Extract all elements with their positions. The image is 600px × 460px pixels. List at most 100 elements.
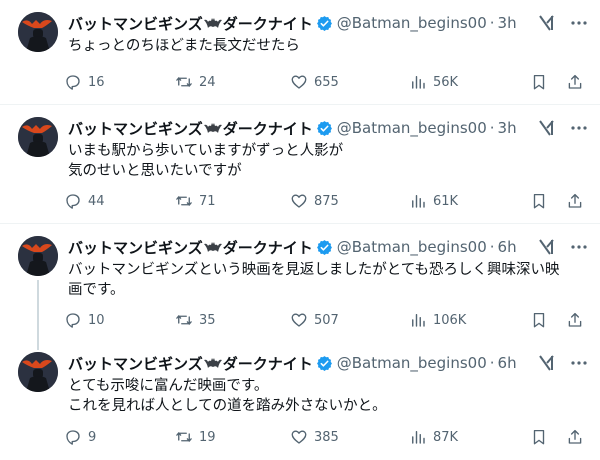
reply-count: 10	[88, 312, 105, 328]
views-button[interactable]: 56K	[409, 73, 518, 91]
tweet-time[interactable]: 6h	[498, 238, 517, 256]
like-button[interactable]: 655	[290, 73, 409, 91]
retweet-button[interactable]: 19	[175, 428, 290, 446]
share-button[interactable]	[566, 428, 584, 446]
more-icon[interactable]	[570, 14, 588, 32]
author-handle[interactable]: @Batman_begins00	[337, 119, 487, 137]
retweet-count: 35	[199, 312, 216, 328]
more-icon[interactable]	[570, 238, 588, 256]
author-name-part2[interactable]: ダークナイト	[223, 353, 313, 374]
reply-icon	[64, 73, 82, 91]
views-button[interactable]: 61K	[409, 192, 518, 210]
retweet-button[interactable]: 71	[175, 192, 290, 210]
bookmark-button[interactable]	[530, 192, 548, 210]
reply-button[interactable]: 16	[64, 73, 175, 91]
verified-badge-icon	[316, 239, 333, 256]
view-count: 106K	[432, 312, 467, 328]
reply-button[interactable]: 9	[64, 428, 175, 446]
bookmark-icon	[530, 192, 548, 210]
avatar[interactable]	[18, 117, 58, 157]
author-handle[interactable]: @Batman_begins00	[337, 14, 487, 32]
author-name-part1[interactable]: バットマンビギンズ	[68, 118, 203, 139]
tweet-text: とても示唆に富んだ映画です。 これを見れば人としての道を踏み外さないかと。	[68, 378, 387, 414]
retweet-button[interactable]: 35	[175, 311, 290, 329]
thread-connector	[37, 280, 39, 340]
share-icon	[566, 192, 584, 210]
tweet[interactable]: バットマンビギンズ ダークナイト @Batman_begins00 · 6h と…	[0, 340, 600, 460]
view-count: 61K	[432, 193, 459, 209]
like-count: 385	[314, 429, 339, 445]
like-button[interactable]: 385	[290, 428, 409, 446]
separator-dot: ·	[489, 238, 495, 256]
tweet-header-actions	[538, 12, 588, 34]
share-button[interactable]	[566, 311, 584, 329]
tweet-time[interactable]: 3h	[498, 119, 517, 137]
like-button[interactable]: 507	[290, 311, 409, 329]
share-button[interactable]	[566, 192, 584, 210]
views-icon	[409, 73, 427, 91]
tweet-text: いまも駅から歩いていますがずっと人影が 気のせいと思いたいですが	[68, 143, 344, 179]
reply-button[interactable]: 10	[64, 311, 175, 329]
grok-icon[interactable]	[538, 14, 556, 32]
like-count: 507	[314, 312, 339, 328]
timeline-feed: バットマンビギンズ ダークナイト @Batman_begins00 · 3h ち…	[0, 0, 600, 460]
retweet-button[interactable]: 24	[175, 73, 290, 91]
view-count: 56K	[432, 74, 459, 90]
tweet-actions: 10 35 507 106K	[64, 309, 584, 331]
share-icon	[566, 73, 584, 91]
tweet[interactable]: バットマンビギンズ ダークナイト @Batman_begins00 · 3h ち…	[0, 0, 600, 104]
reply-icon	[64, 192, 82, 210]
tweet-header: バットマンビギンズ ダークナイト @Batman_begins00 · 3h	[68, 12, 600, 34]
share-button[interactable]	[566, 73, 584, 91]
tweet[interactable]: バットマンビギンズ ダークナイト @Batman_begins00 · 6h バ…	[0, 224, 600, 340]
avatar[interactable]	[18, 352, 58, 392]
retweet-icon	[175, 192, 193, 210]
reply-count: 9	[88, 429, 97, 445]
author-name-part2[interactable]: ダークナイト	[223, 118, 313, 139]
author-name-part2[interactable]: ダークナイト	[223, 13, 313, 34]
tweet-time[interactable]: 6h	[498, 354, 517, 372]
reply-icon	[64, 428, 82, 446]
heart-icon	[290, 428, 308, 446]
bookmark-icon	[530, 73, 548, 91]
tweet-text: ちょっとのちほどまた長文だせたら	[68, 38, 300, 54]
like-button[interactable]: 875	[290, 192, 409, 210]
author-name-part1[interactable]: バットマンビギンズ	[68, 237, 203, 258]
heart-icon	[290, 192, 308, 210]
tweet-header: バットマンビギンズ ダークナイト @Batman_begins00 · 6h	[68, 352, 600, 374]
bat-emoji-icon	[203, 357, 222, 369]
retweet-count: 71	[199, 193, 216, 209]
reply-count: 44	[88, 193, 105, 209]
author-handle[interactable]: @Batman_begins00	[337, 238, 487, 256]
bookmark-button[interactable]	[530, 311, 548, 329]
heart-icon	[290, 311, 308, 329]
view-count: 87K	[432, 429, 459, 445]
bookmark-button[interactable]	[530, 428, 548, 446]
views-button[interactable]: 106K	[409, 311, 518, 329]
more-icon[interactable]	[570, 119, 588, 137]
bookmark-icon	[530, 428, 548, 446]
share-icon	[566, 428, 584, 446]
tweet-header-actions	[538, 236, 588, 258]
reply-button[interactable]: 44	[64, 192, 175, 210]
author-name-part2[interactable]: ダークナイト	[223, 237, 313, 258]
tweet-actions: 9 19 385 87K	[64, 426, 584, 448]
avatar[interactable]	[18, 236, 58, 276]
heart-icon	[290, 73, 308, 91]
tweet[interactable]: バットマンビギンズ ダークナイト @Batman_begins00 · 3h い…	[0, 105, 600, 223]
grok-icon[interactable]	[538, 238, 556, 256]
avatar[interactable]	[18, 12, 58, 52]
author-handle[interactable]: @Batman_begins00	[337, 354, 487, 372]
author-name-part1[interactable]: バットマンビギンズ	[68, 353, 203, 374]
retweet-count: 19	[199, 429, 216, 445]
more-icon[interactable]	[570, 354, 588, 372]
grok-icon[interactable]	[538, 119, 556, 137]
views-button[interactable]: 87K	[409, 428, 518, 446]
bat-emoji-icon	[203, 241, 222, 253]
bookmark-button[interactable]	[530, 73, 548, 91]
grok-icon[interactable]	[538, 354, 556, 372]
tweet-time[interactable]: 3h	[498, 14, 517, 32]
thread-connector	[37, 340, 39, 350]
author-name-part1[interactable]: バットマンビギンズ	[68, 13, 203, 34]
separator-dot: ·	[489, 14, 495, 32]
